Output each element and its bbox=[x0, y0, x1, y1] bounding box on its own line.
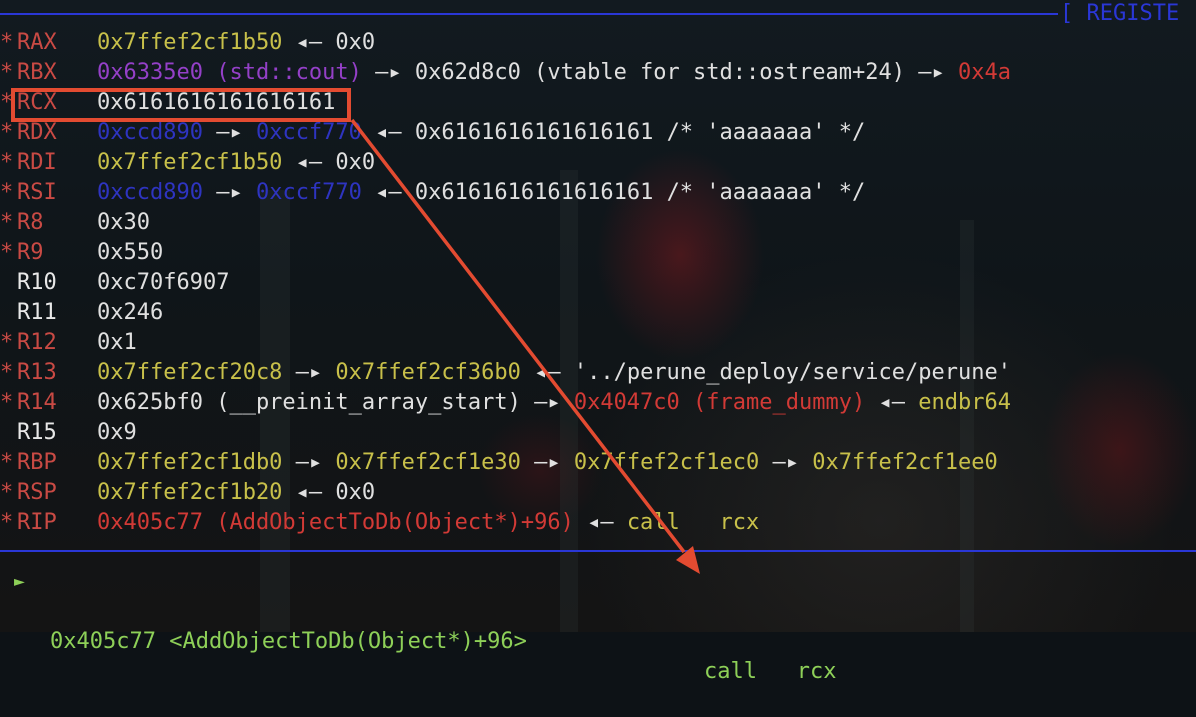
arrow-head-icon bbox=[676, 546, 700, 574]
debugger-terminal[interactable]: [ REGISTE * RAX 0x7ffef2cf1b50 ◂— 0x0 * RBX 0… bbox=[0, 0, 1196, 684]
arrow-down-right-icon bbox=[350, 118, 700, 574]
current-instruction-mnemonic: call rcx bbox=[704, 659, 837, 684]
